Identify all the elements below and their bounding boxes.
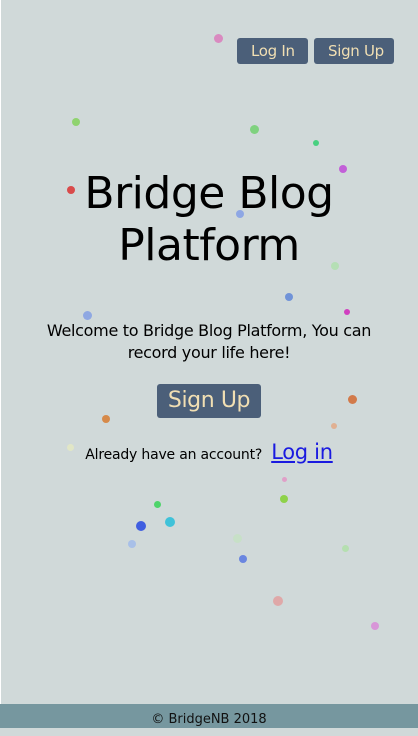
particle-dot	[239, 555, 247, 563]
particle-dot	[128, 540, 136, 548]
login-link[interactable]: Log in	[271, 440, 333, 464]
login-prompt: Already have an account? Log in	[0, 440, 418, 464]
page-title-line1: Bridge Blog	[84, 168, 334, 219]
particle-dot	[154, 501, 161, 508]
particle-dot	[285, 293, 293, 301]
particle-dot	[233, 534, 242, 543]
particle-dot	[342, 545, 349, 552]
particle-dot	[344, 309, 350, 315]
particle-dot	[282, 477, 287, 482]
particle-dot	[331, 423, 337, 429]
particle-dot	[72, 118, 80, 126]
particle-dot	[280, 495, 288, 503]
particle-dot	[273, 596, 283, 606]
particle-dot	[348, 395, 357, 404]
particle-dot	[83, 311, 92, 320]
particle-dot	[214, 34, 223, 43]
page-title: Bridge Blog Platform	[0, 168, 418, 272]
signup-button[interactable]: Sign Up	[157, 384, 261, 418]
nav-signup-button[interactable]: Sign Up	[314, 38, 394, 64]
particle-dot	[165, 517, 175, 527]
particle-dot	[136, 521, 146, 531]
nav-login-button[interactable]: Log In	[237, 38, 308, 64]
particle-dot	[371, 622, 379, 630]
particle-dot	[250, 125, 259, 134]
welcome-text: Welcome to Bridge Blog Platform, You can…	[46, 321, 372, 362]
particle-dot	[313, 140, 319, 146]
footer-copyright: © BridgeNB 2018	[151, 712, 267, 727]
particle-dot	[102, 415, 110, 423]
footer: © BridgeNB 2018	[0, 704, 418, 728]
page-title-line2: Platform	[118, 220, 300, 271]
login-prompt-text: Already have an account?	[85, 447, 263, 463]
page-left-edge	[0, 0, 1, 704]
top-nav: Log In Sign Up	[237, 38, 394, 64]
